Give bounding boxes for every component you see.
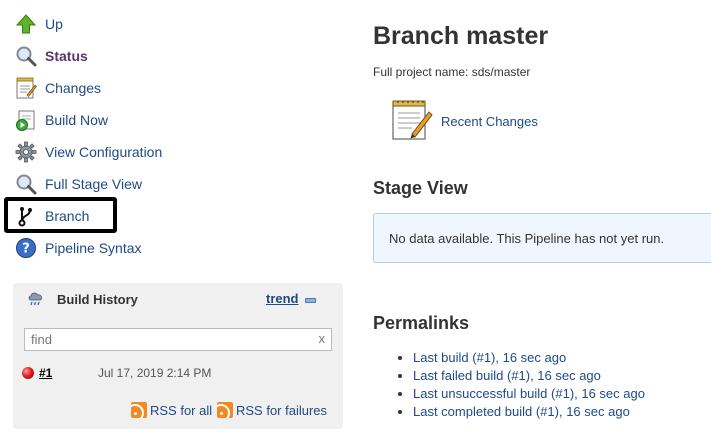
rss-all: RSS for all bbox=[131, 402, 212, 418]
sidebar-item-label: Up bbox=[45, 16, 63, 32]
rss-icon bbox=[217, 402, 233, 418]
notepad-icon bbox=[390, 98, 434, 145]
sidebar-item-label: Full Stage View bbox=[45, 176, 143, 192]
sidebar-item-label: Pipeline Syntax bbox=[45, 240, 142, 256]
failed-status-icon bbox=[22, 367, 34, 379]
build-history-title: Build History bbox=[57, 291, 138, 307]
build-history-header: Build History trend bbox=[13, 283, 343, 315]
branch-highlight-box bbox=[4, 197, 117, 233]
build-number-link[interactable]: #1 bbox=[39, 366, 98, 380]
sidebar-item-build-now[interactable]: Build Now bbox=[14, 104, 344, 136]
trend-link[interactable]: trend bbox=[266, 291, 299, 306]
sidebar-item-label: Changes bbox=[45, 80, 102, 96]
sidebar-item-view-configuration[interactable]: View Configuration bbox=[14, 136, 344, 168]
svg-text:?: ? bbox=[22, 242, 30, 257]
permalink-last-completed-build[interactable]: Last completed build (#1), 16 sec ago bbox=[413, 404, 630, 419]
stage-view-box: No data available. This Pipeline has not… bbox=[373, 213, 711, 263]
build-date: Jul 17, 2019 2:14 PM bbox=[98, 366, 212, 380]
list-item: Last failed build (#1), 16 sec ago bbox=[413, 367, 645, 385]
collapse-icon[interactable] bbox=[305, 298, 316, 303]
rss-failures-link[interactable]: RSS for failures bbox=[236, 403, 327, 418]
build-search-input[interactable] bbox=[25, 329, 305, 350]
permalink-last-build[interactable]: Last build (#1), 16 sec ago bbox=[413, 350, 566, 365]
build-row: #1 Jul 17, 2019 2:14 PM bbox=[22, 363, 334, 383]
permalink-last-unsuccessful-build[interactable]: Last unsuccessful build (#1), 16 sec ago bbox=[413, 386, 645, 401]
magnifier-icon bbox=[14, 44, 38, 68]
notepad-icon bbox=[14, 76, 38, 100]
sidebar-item-label: Status bbox=[45, 48, 88, 64]
list-item: Last completed build (#1), 16 sec ago bbox=[413, 403, 645, 421]
up-arrow-icon bbox=[14, 12, 38, 36]
rss-failures: RSS for failures bbox=[217, 402, 327, 418]
permalink-last-failed-build[interactable]: Last failed build (#1), 16 sec ago bbox=[413, 368, 601, 383]
stage-view-heading: Stage View bbox=[373, 178, 468, 198]
sidebar-item-changes[interactable]: Changes bbox=[14, 72, 344, 104]
list-item: Last build (#1), 16 sec ago bbox=[413, 349, 645, 367]
sidebar-item-up[interactable]: Up bbox=[14, 8, 344, 40]
full-project-name: Full project name: sds/master bbox=[373, 65, 531, 79]
permalinks-list: Last build (#1), 16 sec ago Last failed … bbox=[399, 349, 645, 421]
sidebar-item-pipeline-syntax[interactable]: ? Pipeline Syntax bbox=[14, 232, 344, 264]
page-title: Branch master bbox=[373, 22, 549, 50]
rss-all-link[interactable]: RSS for all bbox=[150, 403, 212, 418]
stage-view-message: No data available. This Pipeline has not… bbox=[389, 230, 665, 246]
clear-search-icon[interactable]: x bbox=[319, 331, 326, 346]
help-icon: ? bbox=[14, 236, 38, 260]
build-history-widget: Build History trend x #1 Jul 17, 2019 2:… bbox=[13, 283, 343, 429]
permalinks-heading: Permalinks bbox=[373, 313, 470, 333]
sidebar-item-full-stage-view[interactable]: Full Stage View bbox=[14, 168, 344, 200]
sidebar-item-label: View Configuration bbox=[45, 144, 163, 160]
sidebar-item-status[interactable]: Status bbox=[14, 40, 344, 72]
build-now-icon bbox=[14, 108, 38, 132]
rss-icon bbox=[131, 402, 147, 418]
gear-icon bbox=[14, 140, 38, 164]
recent-changes-link[interactable]: Recent Changes bbox=[441, 114, 538, 129]
magnifier-icon bbox=[14, 172, 38, 196]
weather-icon bbox=[27, 289, 45, 310]
sidebar-item-label: Build Now bbox=[45, 112, 109, 128]
build-search-box: x bbox=[24, 328, 332, 351]
recent-changes: Recent Changes bbox=[390, 98, 538, 145]
list-item: Last unsuccessful build (#1), 16 sec ago bbox=[413, 385, 645, 403]
